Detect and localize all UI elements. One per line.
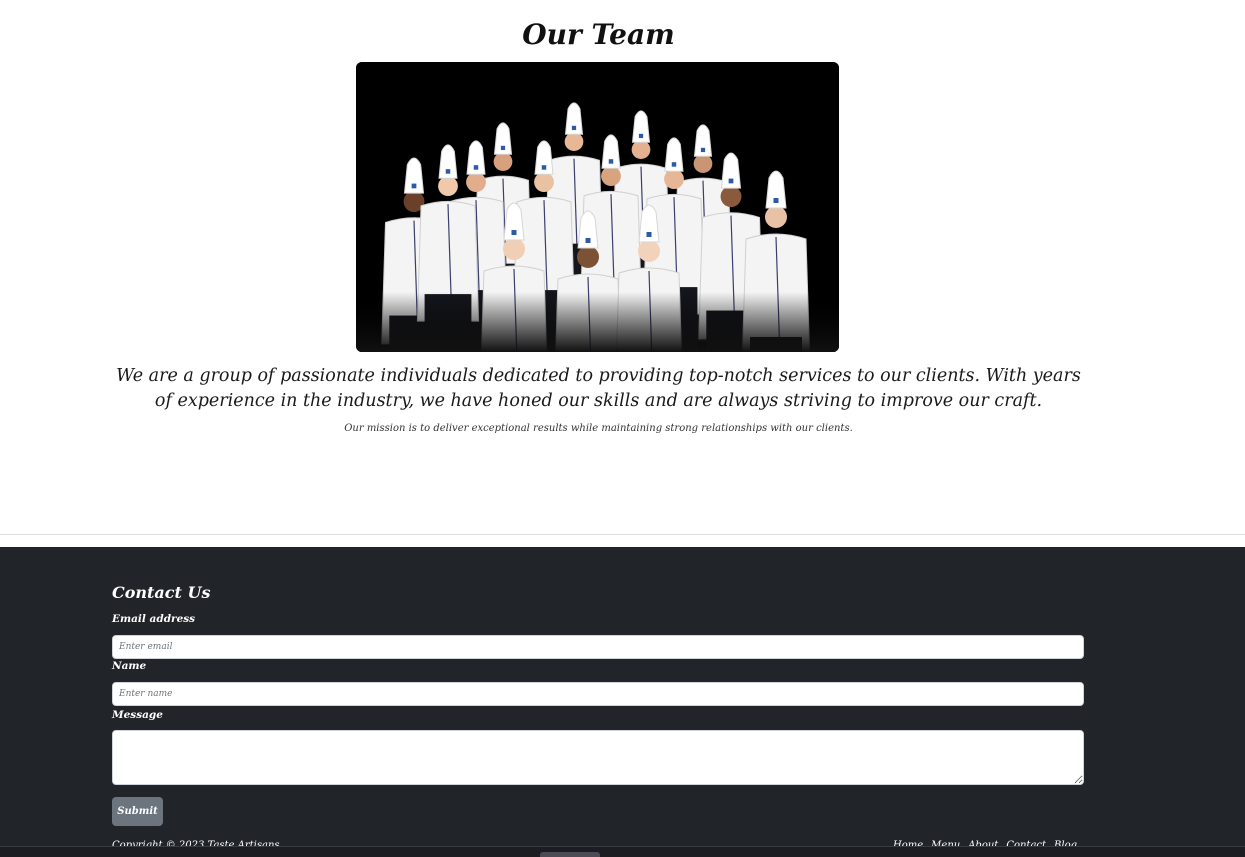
contact-title: Contact Us bbox=[112, 583, 211, 602]
email-label: Email address bbox=[112, 613, 196, 625]
section-divider bbox=[0, 534, 1245, 535]
submit-button[interactable]: Submit bbox=[112, 797, 163, 826]
name-label: Name bbox=[112, 660, 147, 672]
team-photo-image bbox=[356, 62, 839, 352]
footer: Contact Us Email address Name Message Su… bbox=[0, 547, 1245, 857]
team-description: We are a group of passionate individuals… bbox=[116, 366, 1081, 411]
team-mission: Our mission is to deliver exceptional re… bbox=[344, 423, 853, 434]
scroll-handle[interactable] bbox=[540, 852, 600, 857]
message-label: Message bbox=[112, 709, 163, 721]
email-field[interactable] bbox=[112, 635, 1084, 659]
page: Our Team We are a group of passionate in… bbox=[0, 0, 1245, 857]
team-title: Our Team bbox=[522, 18, 675, 51]
team-photo bbox=[356, 62, 839, 352]
message-field[interactable] bbox=[112, 730, 1084, 785]
team-section: Our Team We are a group of passionate in… bbox=[0, 0, 1245, 534]
name-field[interactable] bbox=[112, 682, 1084, 706]
window-bottom-bar bbox=[0, 846, 1245, 857]
